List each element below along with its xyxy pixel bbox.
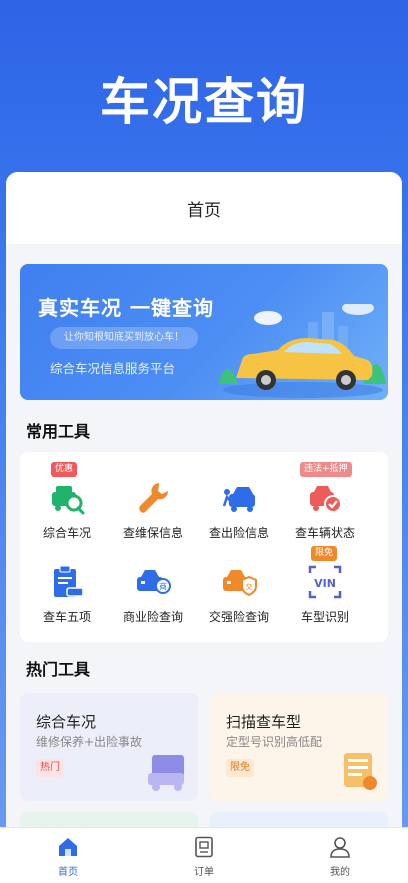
tool-label: 综合车况 [42,526,91,540]
order-icon [195,836,213,858]
svg-text:VIN: VIN [314,577,336,590]
vin-scan-icon: VIN [308,565,342,599]
tab-label: 首页 [58,867,78,878]
tool-label: 交强险查询 [208,610,269,624]
page-header: 首页 [6,172,402,244]
user-icon [330,837,350,858]
tool-label: 查车辆状态 [294,526,355,540]
tool-tag: 优惠 [51,462,78,477]
tool-vehicle-status[interactable]: 违法+抵押 查车辆状态 [282,460,368,540]
home-icon [59,838,77,856]
car-illustration-icon [218,304,386,398]
tool-insurance-claims[interactable]: 查出险信息 [196,460,282,540]
tool-five-items[interactable]: 查车五项 [24,544,110,624]
tool-label: 查车五项 [42,610,91,624]
car-crash-icon [222,487,255,512]
car-search-icon [52,486,85,515]
clipboard-car-icon [54,565,84,597]
banner-subtitle: 综合车况信息服务平台 [50,361,176,376]
hot-card-comprehensive[interactable]: 综合车况 维修保养+出险事故 热门 [20,693,198,801]
document-stack-icon [344,753,377,790]
tool-tag: 违法+抵押 [300,462,352,477]
banner-title: 真实车况 一键查询 [38,296,214,320]
svg-text:交: 交 [246,582,253,591]
hot-section-title: 热门工具 [26,660,91,679]
tool-label: 商业险查询 [122,610,183,624]
tab-orders[interactable]: 订单 [136,828,272,883]
tab-label: 订单 [194,867,214,878]
tool-tag: 限免 [311,546,338,561]
tool-comprehensive-condition[interactable]: 优惠 综合车况 [24,460,110,540]
hot-card-title: 扫描查车型 [226,713,302,731]
wrench-icon [139,483,169,513]
tool-model-recognition[interactable]: 限免 VIN 车型识别 [282,544,368,624]
page-title: 首页 [187,200,221,221]
tool-label: 车型识别 [300,610,349,624]
hot-card-tag: 热门 [36,759,64,777]
car-check-icon [310,486,342,513]
tool-label: 查维保信息 [122,526,183,540]
hot-card-title: 综合车况 [36,713,97,731]
hot-card-tag: 限免 [226,759,254,777]
tool-label: 查出险信息 [208,526,269,540]
tool-compulsory-insurance[interactable]: 交 交强险查询 [196,544,282,624]
car-insurance-icon: 商 [137,570,171,594]
tab-mine[interactable]: 我的 [272,828,408,883]
tab-home[interactable]: 首页 [0,828,136,883]
promo-banner[interactable]: 真实车况 一键查询 让你知根知底买到放心车！ 综合车况信息服务平台 [20,264,388,400]
car-card-icon [148,755,184,791]
main-card: 首页 真实车况 一键查询 让你知根知底买到放心车！ 综合车况信息服务平台 常用工… [6,172,402,883]
tool-maintenance-info[interactable]: 查维保信息 [110,460,196,540]
banner-pill: 让你知根知底买到放心车！ [50,327,198,349]
svg-text:商: 商 [159,581,167,591]
tools-section-title: 常用工具 [26,422,91,441]
hot-card-subtitle: 定型号识别高低配 [226,735,323,749]
car-shield-icon: 交 [223,570,257,597]
tab-bar: 首页 订单 我的 [0,827,408,883]
hot-card-scan-model[interactable]: 扫描查车型 定型号识别高低配 限免 [210,693,388,801]
app-title: 车况查询 [100,73,308,131]
tool-commercial-insurance[interactable]: 商 商业险查询 [110,544,196,624]
tab-label: 我的 [330,867,350,878]
tools-panel: 优惠 综合车况 查维保信息 查出险信息 违法+抵押 查车辆状态 查车五项 商 商… [20,452,388,642]
hot-card-subtitle: 维修保养+出险事故 [36,735,143,749]
